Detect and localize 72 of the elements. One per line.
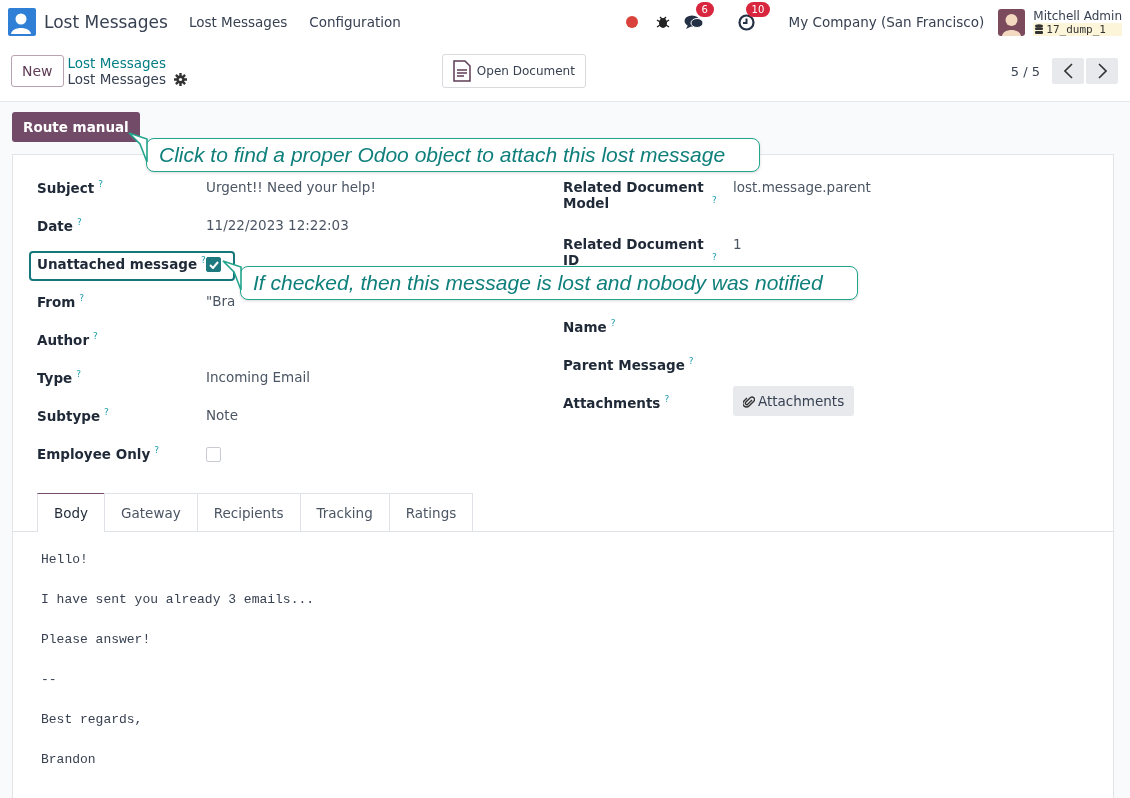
callout-tail bbox=[222, 260, 242, 292]
help-mark[interactable]: ? bbox=[76, 369, 81, 379]
attachments-button[interactable]: Attachments bbox=[733, 386, 855, 416]
help-mark[interactable]: ? bbox=[76, 217, 82, 227]
field-label: Related Document Model bbox=[563, 179, 705, 211]
field-label: Type bbox=[37, 369, 73, 386]
field-label: Related Document ID bbox=[563, 236, 705, 268]
help-mark[interactable]: ? bbox=[688, 356, 694, 366]
database-name: 17_dump_1 bbox=[1046, 22, 1106, 36]
message-line: Brandon bbox=[41, 752, 97, 769]
breadcrumb-link[interactable]: Lost Messages bbox=[67, 55, 187, 71]
route-manual-button[interactable]: Route manual bbox=[12, 112, 140, 142]
tab[interactable]: Ratings bbox=[388, 493, 474, 531]
help-mark[interactable]: ? bbox=[201, 255, 206, 265]
notification-badge: 10 bbox=[745, 1, 771, 17]
document-icon bbox=[452, 60, 471, 82]
pager-value: 5 / 5 bbox=[1010, 63, 1040, 79]
help-mark[interactable]: ? bbox=[104, 407, 109, 417]
chevron-left-icon bbox=[1063, 63, 1073, 79]
message-line: Please answer! bbox=[41, 632, 152, 649]
field-label: Employee Only bbox=[37, 445, 151, 462]
help-mark[interactable]: ? bbox=[712, 251, 717, 262]
field-label: Parent Message bbox=[563, 356, 685, 373]
user-name[interactable]: Mitchell Admin bbox=[1033, 8, 1122, 23]
record-title: Lost Messages bbox=[67, 71, 166, 87]
checkbox[interactable] bbox=[206, 257, 221, 272]
message-line: Hello! bbox=[41, 552, 89, 569]
paperclip-icon bbox=[743, 394, 755, 408]
chevron-right-icon bbox=[1097, 63, 1107, 79]
next-button[interactable] bbox=[1086, 58, 1118, 84]
message-line: -- bbox=[41, 672, 58, 689]
help-mark[interactable]: ? bbox=[610, 318, 616, 328]
field-value: Urgent!! Need your help! bbox=[206, 179, 376, 195]
menu-item[interactable]: Lost Messages bbox=[188, 14, 288, 30]
database-icon bbox=[1035, 24, 1044, 34]
clock-icon[interactable] bbox=[737, 13, 755, 31]
notification-badge: 6 bbox=[695, 2, 714, 17]
field-label: Subtype bbox=[37, 407, 101, 424]
field-label: Author bbox=[37, 331, 90, 348]
tab[interactable]: Body bbox=[37, 493, 106, 532]
field-label: Date bbox=[37, 217, 73, 234]
app-logo-icon[interactable] bbox=[8, 8, 36, 36]
bug-icon[interactable] bbox=[655, 15, 670, 29]
app-name: Lost Messages bbox=[44, 12, 168, 32]
help-mark[interactable]: ? bbox=[154, 445, 159, 455]
field-label: Subject bbox=[37, 179, 95, 196]
field-value: 11/22/2023 12:22:03 bbox=[206, 217, 349, 233]
previous-button[interactable] bbox=[1052, 58, 1084, 84]
help-mark[interactable]: ? bbox=[712, 194, 717, 205]
message-line: Best regards, bbox=[41, 712, 144, 729]
record-dot-icon[interactable] bbox=[625, 16, 638, 28]
message-line: I have sent you already 3 emails... bbox=[41, 592, 316, 609]
help-mark[interactable]: ? bbox=[98, 179, 104, 189]
open-document-button[interactable]: Open Document bbox=[441, 54, 586, 88]
field-value: 1 bbox=[733, 236, 742, 252]
help-mark[interactable]: ? bbox=[79, 293, 85, 303]
field-label: Unattached message bbox=[37, 255, 198, 272]
help-mark[interactable]: ? bbox=[664, 394, 670, 404]
field-value: Incoming Email bbox=[206, 369, 310, 385]
field-value: "Bra bbox=[206, 293, 236, 309]
field-label: Name bbox=[563, 318, 607, 335]
field-value: Note bbox=[206, 407, 238, 423]
menu-item[interactable]: Configuration bbox=[309, 14, 401, 30]
company-switcher[interactable]: My Company (San Francisco) bbox=[788, 14, 985, 30]
settings-icon[interactable] bbox=[173, 72, 187, 86]
field-label: Attachments bbox=[563, 394, 661, 411]
field-label: From bbox=[37, 293, 76, 310]
help-mark[interactable]: ? bbox=[93, 331, 98, 341]
chat-icon[interactable] bbox=[683, 14, 704, 30]
new-button[interactable]: New bbox=[11, 55, 64, 87]
field-value: lost.message.parent bbox=[733, 179, 871, 195]
avatar-icon[interactable] bbox=[998, 8, 1026, 36]
